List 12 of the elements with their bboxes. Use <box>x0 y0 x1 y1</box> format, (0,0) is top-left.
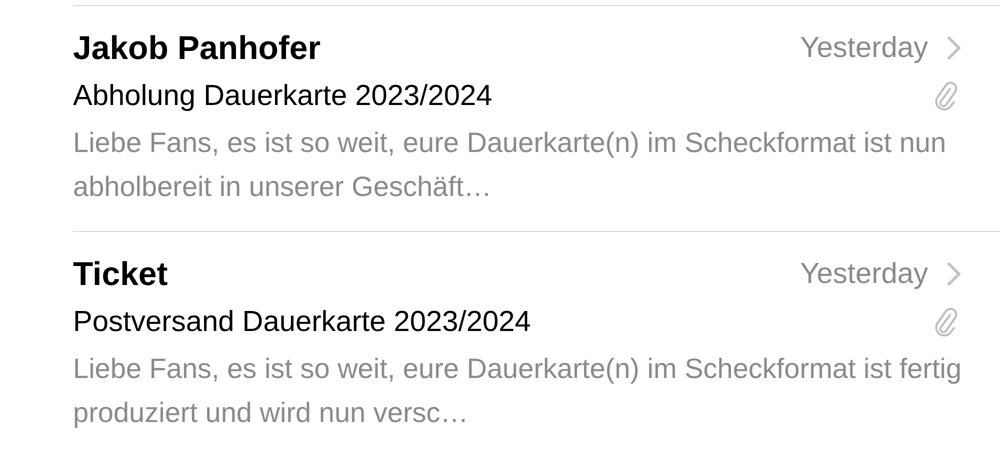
chevron-icon <box>946 261 962 287</box>
message-row[interactable]: Ticket Yesterday Postversand Dauerkarte 2023/2024 Liebe Fans, es ist so weit, eure Dauerkarte(n) im Scheckformat ist fertig produziert und wird nun versc… <box>73 231 1000 449</box>
message-preview: Liebe Fans, es ist so weit, eure Dauerkarte(n) im Scheckformat ist nun abholbereit in unserer Geschäft… <box>73 126 948 204</box>
chevron-icon <box>946 35 962 61</box>
message-row[interactable]: Jakob Panhofer Yesterday Abholung Dauerkarte 2023/2024 Liebe Fans, es ist so weit, eure Dauerkarte(n) im Scheckformat ist nun abholbereit in unserer Geschäft… <box>73 5 1000 231</box>
sender-name: Jakob Panhofer <box>73 29 322 67</box>
message-subject: Abholung Dauerkarte 2023/2024 <box>73 80 494 112</box>
message-date: Yesterday <box>800 258 928 290</box>
message-subject: Postversand Dauerkarte 2023/2024 <box>73 306 532 338</box>
message-date: Yesterday <box>800 32 928 64</box>
message-preview: Liebe Fans, es ist so weit, eure Dauerkarte(n) im Scheckformat ist fertig produziert und wird nun versc… <box>73 352 963 430</box>
sender-name: Ticket <box>73 255 169 293</box>
